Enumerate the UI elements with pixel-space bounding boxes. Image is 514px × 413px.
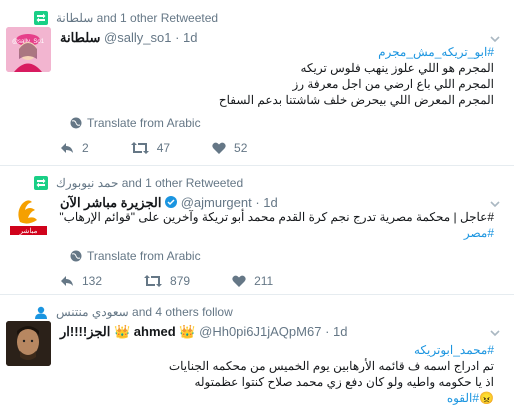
retweet-context-icon bbox=[34, 176, 48, 190]
tweet-line: اذ يا حكومه واطيه ولو كان دفع زي محمد صل… bbox=[194, 375, 494, 389]
context-suffix: and 1 other Retweeted bbox=[96, 11, 219, 25]
angry-emoji-icon: 😠 bbox=[479, 391, 494, 405]
like-count: 211 bbox=[254, 274, 274, 288]
hashtag[interactable]: #القوه bbox=[447, 391, 479, 405]
handle[interactable]: @sally_so1 bbox=[104, 30, 171, 45]
context-suffix: and 4 others follow bbox=[132, 305, 233, 319]
chevron-down-icon[interactable] bbox=[490, 199, 500, 209]
svg-text:مباشر: مباشر bbox=[19, 227, 38, 235]
like-button[interactable]: 52 bbox=[212, 141, 247, 155]
avatar-image bbox=[6, 321, 51, 366]
avatar[interactable] bbox=[6, 321, 51, 366]
reply-button[interactable]: 132 bbox=[60, 274, 102, 288]
verified-badge-icon bbox=[165, 196, 178, 208]
retweet-button[interactable]: 879 bbox=[144, 274, 190, 288]
tweet-3[interactable]: سعودي منتنس and 4 others follow الجز!!!!… bbox=[0, 294, 514, 413]
tweet-text: #محمد_ابوتريكه تم ادراج اسمه ف قائمه الأ… bbox=[169, 342, 494, 406]
tweet-line: المجرم اللي باع ارضي من اجل معرفة رز bbox=[292, 77, 494, 91]
retweet-button[interactable]: 47 bbox=[130, 141, 171, 155]
hashtag[interactable]: #محمد_ابوتريكه bbox=[169, 342, 494, 358]
retweet-icon bbox=[144, 275, 163, 287]
retweet-context-icon bbox=[34, 11, 48, 25]
hashtag[interactable]: #مصر bbox=[59, 225, 494, 241]
follow-context-icon bbox=[35, 306, 47, 319]
reply-count: 132 bbox=[82, 274, 103, 288]
display-name[interactable]: الجزيرة مباشر الآن bbox=[60, 195, 161, 210]
translate-label[interactable]: Translate from Arabic bbox=[87, 116, 201, 130]
reply-icon bbox=[61, 276, 73, 286]
tweet-line: تم ادراج اسمه ف قائمه الأرهابين يوم الخم… bbox=[168, 359, 494, 373]
tweet-header: الجز!!!!ار 👑 ahmed 👑 @Hh0pi6J1jAQpM67 · … bbox=[60, 324, 348, 339]
tweet-header: سلطانة @sally_so1 · 1d bbox=[60, 30, 198, 45]
context-suffix: and 1 other Retweeted bbox=[121, 176, 244, 190]
tweet-context: حمد نيوبورك and 1 other Retweeted bbox=[56, 176, 243, 190]
retweet-count: 879 bbox=[170, 274, 191, 288]
tweet-line: المجرم المعرض اللي بيحرض خلف شاشتنا بدعم… bbox=[218, 93, 494, 107]
reply-count: 2 bbox=[82, 141, 89, 155]
handle[interactable]: @Hh0pi6J1jAQpM67 bbox=[199, 324, 321, 339]
display-name[interactable]: ahmed bbox=[134, 324, 176, 339]
tweet-text: #عاجل | محكمة مصرية تدرج نجم كرة القدم م… bbox=[59, 209, 494, 241]
timestamp[interactable]: 1d bbox=[263, 195, 277, 210]
tweet-context: سعودي منتنس and 4 others follow bbox=[56, 305, 233, 319]
chevron-down-icon[interactable] bbox=[490, 328, 500, 338]
translate-label[interactable]: Translate from Arabic bbox=[87, 249, 201, 263]
reply-button[interactable]: 2 bbox=[60, 141, 89, 155]
retweet-count: 47 bbox=[156, 141, 171, 155]
like-button[interactable]: 211 bbox=[232, 274, 273, 288]
chevron-down-icon[interactable] bbox=[490, 34, 500, 44]
timestamp[interactable]: 1d bbox=[183, 30, 197, 45]
reply-icon bbox=[61, 143, 73, 153]
tweet-actions: 2 47 52 bbox=[60, 141, 289, 155]
display-name[interactable]: سلطانة bbox=[60, 30, 100, 45]
tweet-actions: 132 879 211 bbox=[60, 274, 315, 288]
like-count: 52 bbox=[234, 141, 248, 155]
tweet-2[interactable]: حمد نيوبورك and 1 other Retweeted مباشر … bbox=[0, 165, 514, 295]
crown-emoji-icon: 👑 bbox=[179, 324, 196, 339]
avatar[interactable]: @sally_So1 bbox=[6, 27, 51, 72]
globe-icon bbox=[70, 250, 82, 262]
handle[interactable]: @ajmurgent bbox=[181, 195, 252, 210]
avatar[interactable]: مباشر bbox=[6, 192, 51, 237]
display-name-prefix[interactable]: الجز!!!!ار bbox=[60, 324, 110, 339]
heart-icon bbox=[232, 275, 246, 287]
context-user[interactable]: سلطانة bbox=[56, 11, 93, 25]
timestamp[interactable]: 1d bbox=[333, 324, 347, 339]
tweet-line: #عاجل | محكمة مصرية تدرج نجم كرة القدم م… bbox=[59, 210, 494, 224]
al-jazeera-logo-icon: مباشر bbox=[6, 192, 51, 237]
tweet-context: سلطانة and 1 other Retweeted bbox=[56, 11, 218, 25]
avatar-image: @sally_So1 bbox=[6, 27, 51, 72]
translate-link[interactable]: Translate from Arabic bbox=[70, 116, 201, 130]
crown-emoji-icon: 👑 bbox=[113, 324, 131, 339]
tweet-1[interactable]: سلطانة and 1 other Retweeted @sally_So1 … bbox=[0, 0, 514, 166]
globe-icon bbox=[70, 117, 82, 129]
context-user[interactable]: سعودي منتنس bbox=[56, 305, 129, 319]
retweet-icon bbox=[130, 142, 149, 154]
translate-link[interactable]: Translate from Arabic bbox=[70, 249, 201, 263]
tweet-text: #ابو_تريكه_مش_مجرم المجرم هو اللي علوز ي… bbox=[219, 44, 494, 108]
tweet-line: المجرم هو اللي علوز ينهب فلوس تريكه bbox=[300, 61, 494, 75]
heart-icon bbox=[212, 142, 226, 154]
context-user[interactable]: حمد نيوبورك bbox=[56, 176, 118, 190]
hashtag[interactable]: #ابو_تريكه_مش_مجرم bbox=[219, 44, 494, 60]
